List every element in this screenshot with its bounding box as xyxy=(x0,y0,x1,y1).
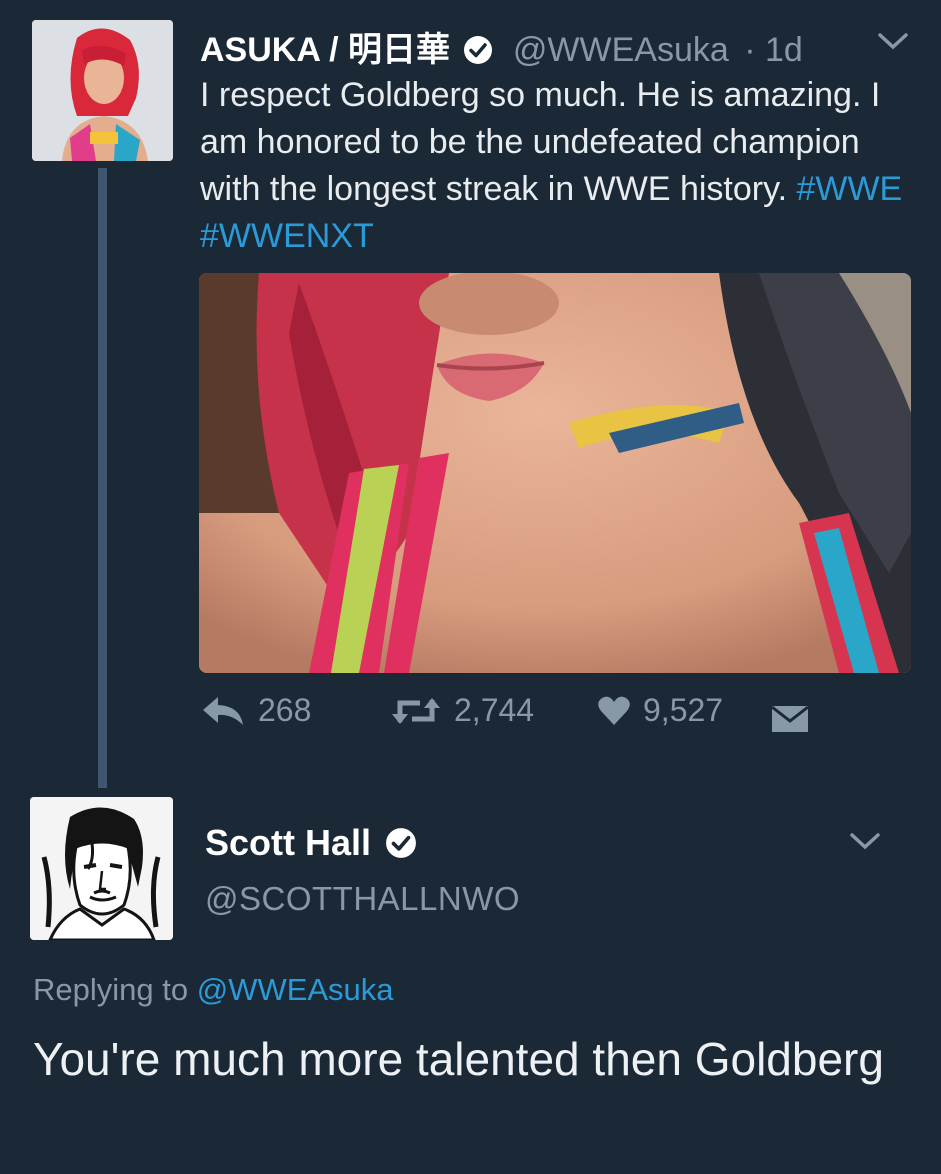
direct-message-button[interactable] xyxy=(770,704,822,734)
tweet2-display-name[interactable]: Scott Hall xyxy=(205,822,371,863)
like-count: 9,527 xyxy=(643,692,724,728)
asuka-avatar-image xyxy=(32,20,173,161)
chevron-down-icon[interactable] xyxy=(876,30,910,57)
tweet1-handle[interactable]: @WWEAsuka xyxy=(513,31,729,69)
hashtag-wwenxt[interactable]: #WWENXT xyxy=(200,217,374,255)
scott-hall-avatar[interactable] xyxy=(30,797,173,940)
verified-badge-icon xyxy=(463,35,493,74)
tweet1-display-name[interactable]: ASUKA / 明日華 xyxy=(200,31,450,69)
replying-to-line: Replying to @WWEAsuka xyxy=(33,972,394,1008)
reply-count: 268 xyxy=(258,692,312,728)
scott-hall-avatar-image xyxy=(30,797,173,940)
tweet1-photo-image xyxy=(199,273,911,673)
tweet1-actions: 268 2,744 9,527 xyxy=(200,692,820,752)
verified-badge-icon xyxy=(385,826,417,868)
tweet2-text: You're much more talented then Goldberg xyxy=(33,1033,884,1085)
thread-connector-line xyxy=(98,168,107,788)
reply-button[interactable]: 268 xyxy=(200,692,311,729)
retweet-icon xyxy=(392,697,440,724)
tweet1-text: I respect Goldberg so much. He is amazin… xyxy=(200,72,910,260)
heart-icon xyxy=(598,696,630,725)
tweet2-handle[interactable]: @SCOTTHALLNWO xyxy=(205,880,520,918)
tweet1-timestamp[interactable]: · 1d xyxy=(744,31,803,69)
replying-to-mention[interactable]: @WWEAsuka xyxy=(197,972,394,1007)
tweet2-header: Scott Hall xyxy=(205,822,421,868)
message-icon xyxy=(771,705,809,732)
reply-icon xyxy=(203,696,243,725)
tweet1-photo[interactable] xyxy=(199,273,911,673)
tweet1-header: ASUKA / 明日華 @WWEAsuka · 1d xyxy=(200,22,803,74)
like-button[interactable]: 9,527 xyxy=(597,692,723,729)
replying-to-label: Replying to xyxy=(33,972,189,1007)
asuka-avatar[interactable] xyxy=(32,20,173,161)
chevron-down-icon[interactable] xyxy=(848,830,882,857)
retweet-count: 2,744 xyxy=(454,692,535,728)
hashtag-wwe[interactable]: #WWE xyxy=(796,170,902,208)
tweet1-body: I respect Goldberg so much. He is amazin… xyxy=(200,76,881,208)
retweet-button[interactable]: 2,744 xyxy=(390,692,534,729)
